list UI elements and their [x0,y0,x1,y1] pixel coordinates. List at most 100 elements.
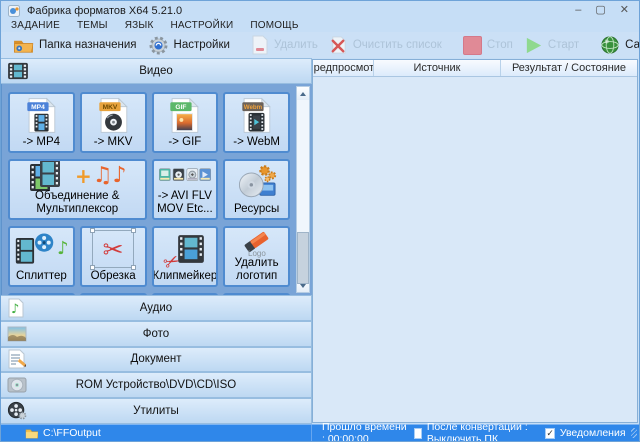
start-label: Старт [548,39,579,51]
plus-icon: + [75,166,92,186]
notifications-checkbox[interactable]: ✓ [545,428,555,439]
status-right-area: Прошло времени : 00:00:00 После конверта… [312,425,639,441]
menu-task[interactable]: ЗАДАНИЕ [11,20,60,31]
clipmaker-icon: ✂ [164,228,206,270]
stop-label: Стоп [487,39,513,51]
column-result-state[interactable]: Результат / Состояние [501,60,637,76]
convert-mkv-label: -> MKV [92,136,135,151]
svg-text:MKV: MKV [102,104,117,111]
clipmaker-button[interactable]: ✂ Клипмейкер [152,226,219,287]
shutdown-checkbox[interactable] [414,428,422,439]
folder-small-icon [25,428,38,439]
category-panel: Видео MP4 -> MP4 MKV -> MK [1,58,312,424]
task-list-panel: Предпросмотр Источник Результат / Состоя… [312,59,638,423]
section-rom-device[interactable]: ROM Устройство\DVD\CD\ISO [1,372,312,398]
menu-themes[interactable]: ТЕМЫ [77,20,108,31]
trim-label: Обрезка [89,270,138,285]
section-audio-label: Аудио [1,302,311,314]
section-video[interactable]: Видео [1,58,312,84]
resources-button[interactable]: Ресурсы [223,159,290,220]
website-label: Сайт программы [625,39,640,51]
music-note-icon: ♪ [57,240,69,258]
scrollbar-track[interactable] [297,100,309,279]
section-rom-label: ROM Устройство\DVD\CD\ISO [1,379,311,391]
menu-settings[interactable]: НАСТРОЙКИ [170,20,233,31]
merge-mux-button[interactable]: + ♫♪ Объединение & Мультиплексор [8,159,147,220]
output-path-area[interactable]: C:\FFOutput [1,425,312,441]
app-window: Фабрика форматов X64 5.21.0 – ▢ ✕ ЗАДАНИ… [0,0,640,442]
disc-gears-icon [236,161,278,203]
section-utilities-label: Утилиты [1,405,311,417]
section-photo[interactable]: Фото [1,321,312,347]
trim-button[interactable]: ✂ Обрезка [80,226,147,287]
section-video-label: Видео [1,65,311,77]
section-utilities[interactable]: Утилиты [1,398,312,424]
delete-button[interactable]: Удалить [247,33,325,57]
category-sections: ♪ Аудио Фото Документ [1,295,312,424]
start-button[interactable]: Старт [520,34,586,57]
convert-webm-label: -> WebM [231,136,282,151]
convert-webm-button[interactable]: Webm -> WebM [223,92,290,153]
convert-mkv-button[interactable]: MKV -> MKV [80,92,147,153]
menu-help[interactable]: ПОМОЩЬ [250,20,298,31]
arrow-down-icon [300,284,306,288]
toolbar: Папка назначения Настройки Удалить Очист… [1,32,639,58]
notifications-label[interactable]: Уведомления [560,427,626,439]
status-bar: C:\FFOutput Прошло времени : 00:00:00 По… [1,424,639,441]
output-folder-button[interactable]: Папка назначения [9,35,144,56]
convert-mp4-button[interactable]: MP4 -> MP4 [8,92,75,153]
convert-avi-flv-label: -> AVI FLV MOV Etc... [154,190,217,218]
start-icon [524,36,543,55]
convert-mp4-label: -> MP4 [21,136,62,151]
video-scrollbar[interactable] [296,86,310,293]
convert-gif-button[interactable]: GIF -> GIF [152,92,219,153]
mkv-file-icon: MKV [97,94,130,136]
gear-icon [148,35,169,56]
merge-mux-icon: + ♫♪ [28,161,127,190]
convert-avi-flv-button[interactable]: -> AVI FLV MOV Etc... [152,159,219,220]
svg-text:MP4: MP4 [31,104,45,111]
resize-grip-icon[interactable] [631,428,637,438]
section-document-label: Документ [1,353,311,365]
app-icon [8,5,20,17]
stop-icon [463,36,482,55]
globe-icon [600,35,620,55]
video-tools-area: MP4 -> MP4 MKV -> MKV GIF [1,84,312,295]
scissors-icon: ✂ [103,237,124,262]
remove-logo-button[interactable]: Logo Удалить логотип [223,226,290,287]
section-document[interactable]: Документ [1,347,312,373]
shutdown-label[interactable]: После конвертации : Выключить ПК [427,421,540,442]
svg-text:Logo: Logo [248,249,266,258]
section-audio[interactable]: ♪ Аудио [1,295,312,321]
maximize-button[interactable]: ▢ [595,5,605,16]
column-preview[interactable]: Предпросмотр [313,60,374,76]
scrollbar-thumb[interactable] [297,232,309,284]
splitter-button[interactable]: ♪ Сплиттер [8,226,75,287]
delete-label: Удалить [274,39,318,51]
elapsed-time: Прошло времени : 00:00:00 [322,421,409,442]
close-button[interactable]: ✕ [620,5,629,16]
task-table-header: Предпросмотр Источник Результат / Состоя… [313,60,637,77]
minimize-button[interactable]: – [575,5,581,16]
clear-list-label: Очистить список [353,39,442,51]
column-source[interactable]: Источник [374,60,501,76]
arrow-up-icon [300,92,306,96]
website-button[interactable]: Сайт программы [596,33,640,57]
gif-file-icon: GIF [168,94,201,136]
scroll-up-button[interactable] [297,87,309,100]
splitter-label: Сплиттер [14,270,69,285]
folder-icon [13,37,34,54]
settings-button[interactable]: Настройки [144,33,237,58]
remove-page-icon [251,35,269,55]
task-table-body[interactable] [313,77,637,422]
stop-button[interactable]: Стоп [459,34,520,57]
output-folder-label: Папка назначения [39,39,137,51]
output-path: C:\FFOutput [43,427,101,439]
resources-label: Ресурсы [232,203,281,218]
main-area: Видео MP4 -> MP4 MKV -> MK [1,58,639,424]
settings-label: Настройки [174,39,230,51]
convert-gif-label: -> GIF [166,136,203,151]
clear-list-button[interactable]: Очистить список [325,34,449,57]
menu-bar: ЗАДАНИЕ ТЕМЫ ЯЗЫК НАСТРОЙКИ ПОМОЩЬ [1,18,639,32]
menu-language[interactable]: ЯЗЫК [125,20,154,31]
